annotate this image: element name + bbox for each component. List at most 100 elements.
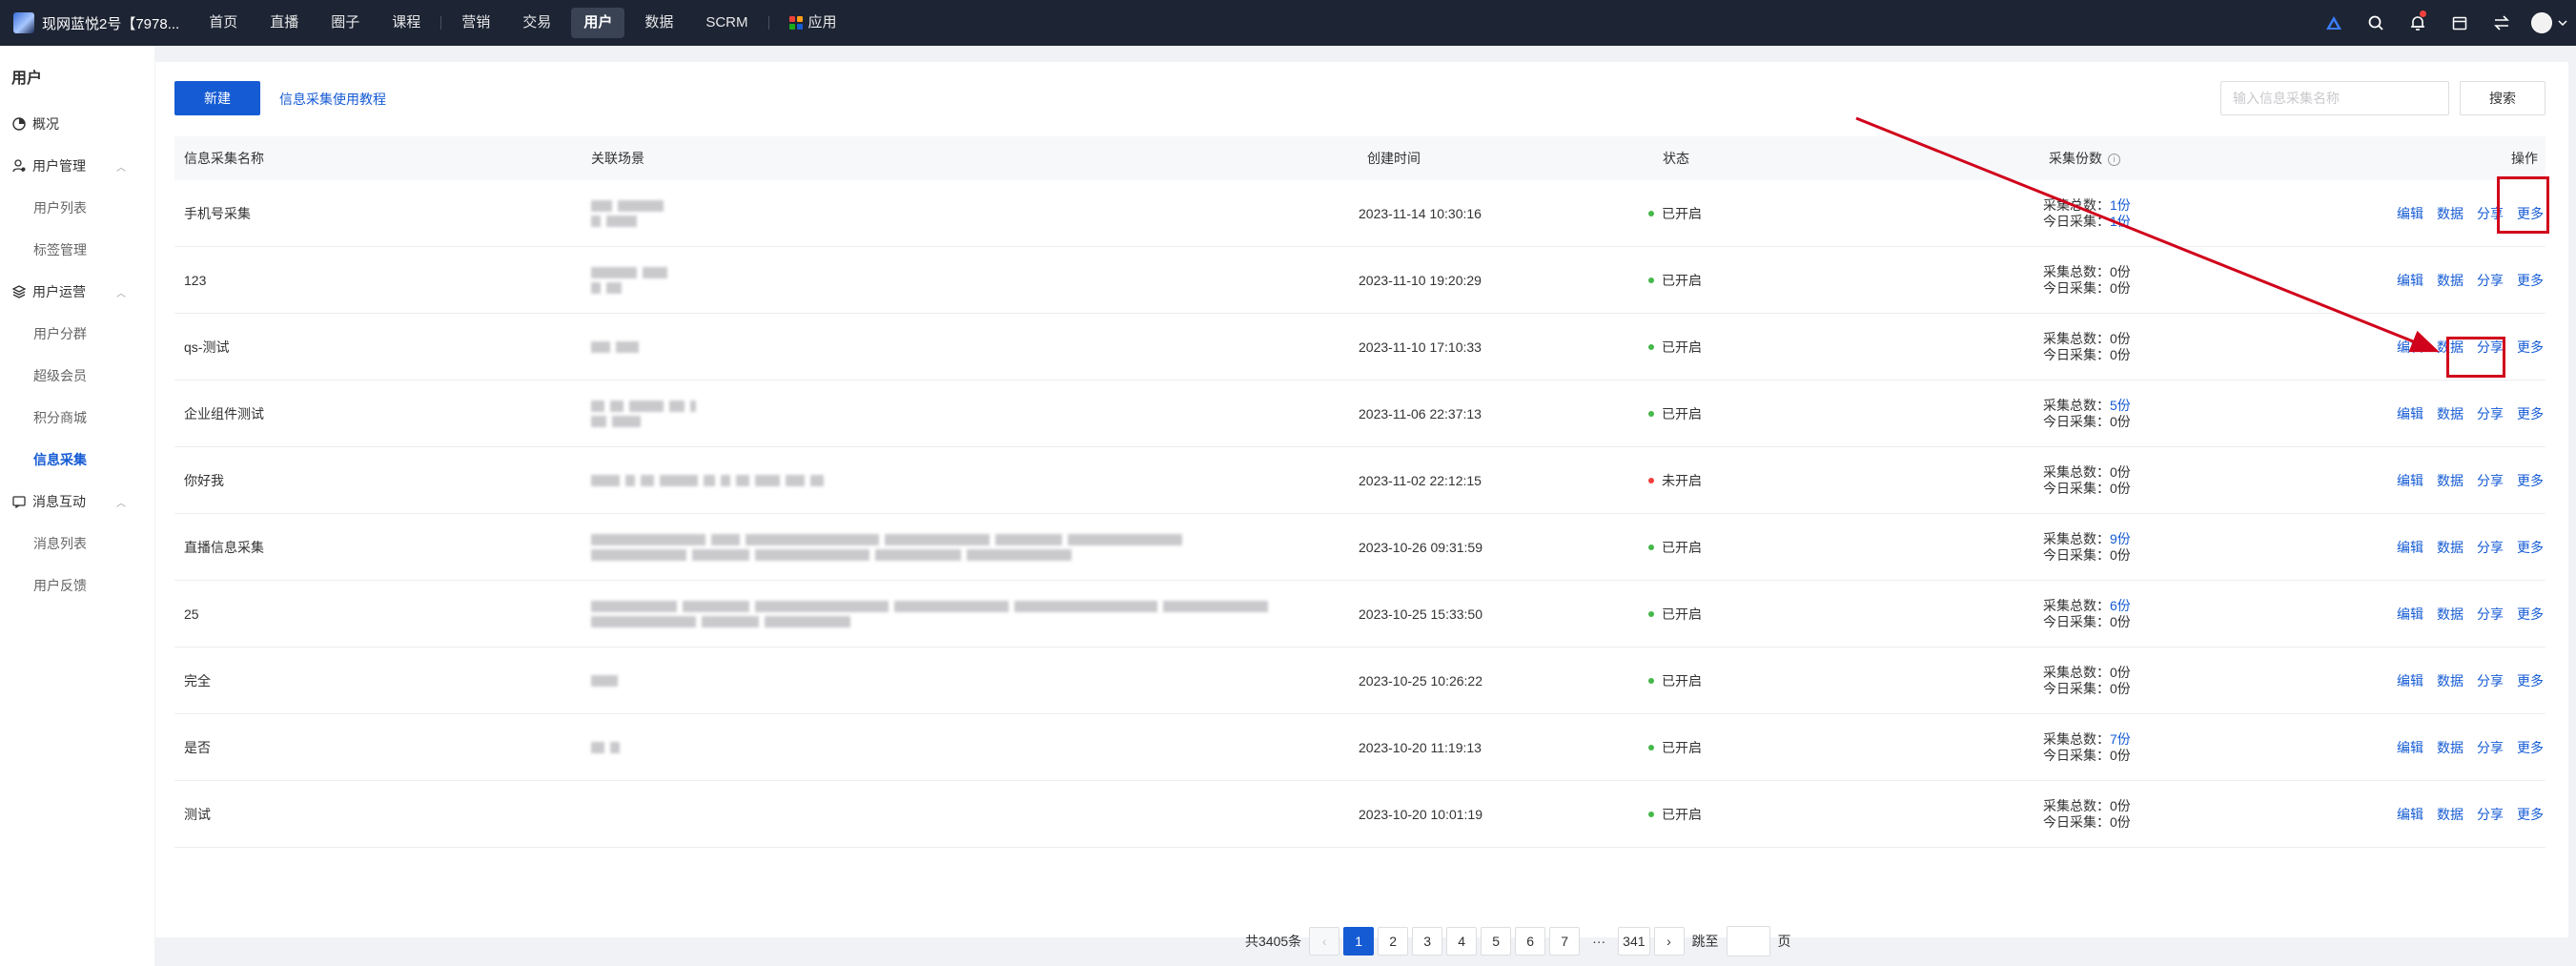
page-unit-label: 页 xyxy=(1777,934,1791,949)
total-count-value[interactable]: 1份 xyxy=(2110,197,2131,213)
data-link[interactable]: 数据 xyxy=(2437,738,2464,757)
total-count-value: 0份 xyxy=(2110,331,2131,346)
edit-link[interactable]: 编辑 xyxy=(2397,471,2423,490)
more-link[interactable]: 更多 xyxy=(2517,471,2544,490)
sidebar-group-0[interactable]: 用户管理 ︿ xyxy=(0,145,154,187)
row-actions: 编辑 数据 分享 更多 xyxy=(2397,447,2544,514)
page-button[interactable]: 1 xyxy=(1343,927,1375,956)
avatar[interactable] xyxy=(2523,0,2576,46)
today-count-value[interactable]: 1份 xyxy=(2110,214,2131,229)
bell-icon[interactable] xyxy=(2397,0,2439,46)
total-count-value[interactable]: 7份 xyxy=(2110,731,2131,747)
edit-link[interactable]: 编辑 xyxy=(2397,605,2423,624)
calendar-icon[interactable] xyxy=(2439,0,2481,46)
sidebar-item-1-3[interactable]: 信息采集 xyxy=(0,439,154,481)
more-link[interactable]: 更多 xyxy=(2517,338,2544,357)
more-link[interactable]: 更多 xyxy=(2517,738,2544,757)
header-status: 状态 xyxy=(1663,151,1689,166)
more-link[interactable]: 更多 xyxy=(2517,671,2544,690)
search-input[interactable] xyxy=(2220,81,2449,115)
nav-item-app[interactable]: 应用 xyxy=(777,8,849,38)
chevron-up-icon[interactable]: ︿ xyxy=(116,495,126,509)
nav-item-2[interactable]: 圈子 xyxy=(318,8,372,38)
sidebar-group-1[interactable]: 用户运营 ︿ xyxy=(0,271,154,313)
row-counts: 采集总数：6份 今日采集：0份 xyxy=(2043,581,2131,647)
data-link[interactable]: 数据 xyxy=(2437,204,2464,223)
jump-page-input[interactable] xyxy=(1726,926,1770,956)
more-link[interactable]: 更多 xyxy=(2517,605,2544,624)
data-link[interactable]: 数据 xyxy=(2437,271,2464,290)
chevron-up-icon[interactable]: ︿ xyxy=(116,159,126,174)
data-link[interactable]: 数据 xyxy=(2437,538,2464,557)
page-button[interactable]: 6 xyxy=(1515,927,1546,956)
search-button[interactable]: 搜索 xyxy=(2460,81,2545,115)
share-link[interactable]: 分享 xyxy=(2477,538,2504,557)
page-button[interactable]: 3 xyxy=(1412,927,1443,956)
sidebar-item-0-1[interactable]: 标签管理 xyxy=(0,229,154,271)
more-link[interactable]: 更多 xyxy=(2517,404,2544,423)
sidebar-item-2-0[interactable]: 消息列表 xyxy=(0,523,154,565)
today-count-label: 今日采集： xyxy=(2043,481,2110,496)
data-link[interactable]: 数据 xyxy=(2437,404,2464,423)
tutorial-link[interactable]: 信息采集使用教程 xyxy=(279,90,386,109)
sidebar-item-1-0[interactable]: 用户分群 xyxy=(0,313,154,355)
store-logo[interactable] xyxy=(13,12,34,33)
edit-link[interactable]: 编辑 xyxy=(2397,204,2423,223)
share-link[interactable]: 分享 xyxy=(2477,271,2504,290)
page-button[interactable]: 7 xyxy=(1549,927,1581,956)
nav-item-3[interactable]: 课程 xyxy=(379,8,433,38)
nav-item-0[interactable]: 首页 xyxy=(196,8,250,38)
edit-link[interactable]: 编辑 xyxy=(2397,671,2423,690)
more-link[interactable]: 更多 xyxy=(2517,805,2544,824)
info-icon[interactable]: i xyxy=(2108,153,2120,166)
data-link[interactable]: 数据 xyxy=(2437,671,2464,690)
nav-item-4[interactable]: 营销 xyxy=(449,8,502,38)
share-link[interactable]: 分享 xyxy=(2477,605,2504,624)
next-page-button[interactable]: › xyxy=(1653,927,1685,956)
total-count-value[interactable]: 5份 xyxy=(2110,398,2131,413)
brand-icon[interactable] xyxy=(2313,0,2355,46)
sidebar-item-1-2[interactable]: 积分商城 xyxy=(0,397,154,439)
sidebar-group-label: 用户运营 xyxy=(32,284,86,299)
nav-item-8[interactable]: SCRM xyxy=(693,8,760,38)
row-name: 25 xyxy=(184,606,199,622)
store-name[interactable]: 现网蓝悦2号【7978... xyxy=(42,13,179,33)
new-button[interactable]: 新建 xyxy=(174,81,260,115)
data-link[interactable]: 数据 xyxy=(2437,471,2464,490)
data-link[interactable]: 数据 xyxy=(2437,605,2464,624)
page-button[interactable]: 2 xyxy=(1378,927,1409,956)
prev-page-button[interactable]: ‹ xyxy=(1309,927,1340,956)
chevron-up-icon[interactable]: ︿ xyxy=(116,285,126,299)
sidebar-group-2[interactable]: 消息互动 ︿ xyxy=(0,481,154,523)
sidebar-item-0-0[interactable]: 用户列表 xyxy=(0,187,154,229)
sidebar-item-overview[interactable]: 概况 xyxy=(0,103,154,145)
nav-item-7[interactable]: 数据 xyxy=(632,8,685,38)
more-link[interactable]: 更多 xyxy=(2517,271,2544,290)
edit-link[interactable]: 编辑 xyxy=(2397,738,2423,757)
total-count-value[interactable]: 6份 xyxy=(2110,598,2131,613)
share-link[interactable]: 分享 xyxy=(2477,805,2504,824)
page-button[interactable]: 4 xyxy=(1446,927,1478,956)
page-button[interactable]: 5 xyxy=(1481,927,1512,956)
search-icon[interactable] xyxy=(2355,0,2397,46)
sidebar-item-1-1[interactable]: 超级会员 xyxy=(0,355,154,397)
edit-link[interactable]: 编辑 xyxy=(2397,538,2423,557)
page-button-last[interactable]: 341 xyxy=(1618,927,1650,956)
edit-link[interactable]: 编辑 xyxy=(2397,805,2423,824)
sidebar-item-2-1[interactable]: 用户反馈 xyxy=(0,565,154,606)
share-link[interactable]: 分享 xyxy=(2477,404,2504,423)
total-count-value[interactable]: 9份 xyxy=(2110,531,2131,546)
edit-link[interactable]: 编辑 xyxy=(2397,404,2423,423)
nav-item-5[interactable]: 交易 xyxy=(510,8,563,38)
data-link[interactable]: 数据 xyxy=(2437,805,2464,824)
nav-item-6[interactable]: 用户 xyxy=(571,8,625,38)
edit-link[interactable]: 编辑 xyxy=(2397,338,2423,357)
nav-item-1[interactable]: 直播 xyxy=(257,8,311,38)
edit-link[interactable]: 编辑 xyxy=(2397,271,2423,290)
switch-icon[interactable] xyxy=(2481,0,2523,46)
status-dot xyxy=(1648,211,1654,216)
share-link[interactable]: 分享 xyxy=(2477,738,2504,757)
share-link[interactable]: 分享 xyxy=(2477,671,2504,690)
more-link[interactable]: 更多 xyxy=(2517,538,2544,557)
share-link[interactable]: 分享 xyxy=(2477,471,2504,490)
